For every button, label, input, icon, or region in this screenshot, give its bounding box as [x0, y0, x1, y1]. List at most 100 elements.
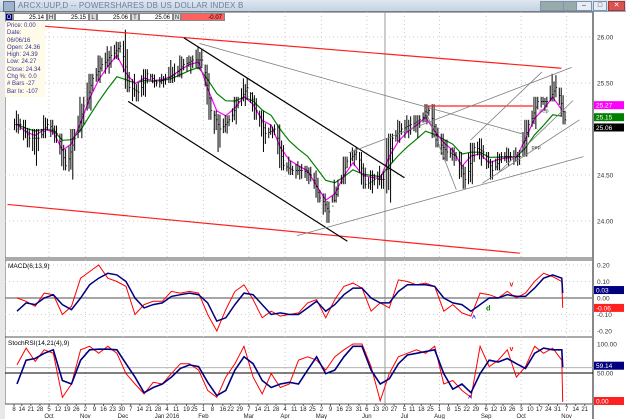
x-tick-label: 23	[345, 407, 352, 413]
x-tick-label: 28	[37, 407, 44, 413]
x-tick-label: 19	[64, 407, 71, 413]
x-month-label: Oct	[44, 414, 54, 419]
x-tick-label: 17	[536, 407, 543, 413]
stochrsi-annotation: v	[510, 346, 514, 353]
x-tick-label: 18	[418, 407, 425, 413]
x-tick-label: 18	[300, 407, 307, 413]
x-tick-label: 7	[129, 407, 133, 413]
x-tick-label: 23	[109, 407, 116, 413]
x-month-label: Apr	[280, 414, 289, 419]
macd-tick-label: -0.10	[597, 312, 612, 319]
x-tick-label: 24	[545, 407, 552, 413]
x-tick-label: 26	[509, 407, 516, 413]
x-tick-label: 2	[84, 407, 88, 413]
x-tick-label: 22	[227, 407, 234, 413]
stochrsi-fast-value: 0.00	[596, 399, 609, 406]
x-tick-label: 9	[93, 407, 97, 413]
x-tick-label: 5	[47, 407, 51, 413]
macd-tick-label: 0.00	[597, 296, 610, 303]
x-tick-label: 11	[291, 407, 298, 413]
x-tick-label: 30	[118, 407, 125, 413]
macd-annotation: d	[486, 305, 490, 312]
close-value: 25.06	[596, 125, 613, 132]
x-tick-label: 14	[255, 407, 262, 413]
x-tick-label: 15	[454, 407, 461, 413]
x-tick-label: 27	[391, 407, 398, 413]
x-tick-label: 26	[73, 407, 80, 413]
data-window-row: Bar Ix: -107	[7, 88, 39, 95]
data-window-row: Low: 24.27	[7, 59, 37, 66]
data-window-row: Price: 0.00	[7, 23, 36, 29]
x-month-label: Nov	[80, 414, 91, 419]
quote-label: O	[5, 13, 13, 21]
x-tick-label: 9	[329, 407, 333, 413]
x-tick-label: 29	[472, 407, 479, 413]
x-tick-label: 11	[409, 407, 416, 413]
x-month-label: Mar	[244, 414, 254, 419]
x-tick-label: 3	[520, 407, 524, 413]
x-tick-label: 4	[283, 407, 287, 413]
price-tick-label: 25.50	[597, 81, 614, 88]
macd-tick-label: 0.10	[597, 279, 610, 286]
x-tick-label: 1	[438, 407, 442, 413]
x-tick-label: 25	[191, 407, 198, 413]
data-window: Price: 0.00 Date: 06/06/16 Open: 24.36 High…	[5, 22, 45, 97]
chart-canvas[interactable]: 26.0025.5025.0024.5024.00peppep25.2725.1…	[0, 0, 626, 419]
x-tick-label: 22	[463, 407, 470, 413]
x-tick-label: 25	[427, 407, 434, 413]
x-month-label: Jun	[362, 414, 372, 419]
x-tick-label: 31	[554, 407, 561, 413]
x-tick-label: 14	[572, 407, 579, 413]
data-window-row: # Bars -27	[7, 81, 35, 88]
x-month-label: Aug	[434, 414, 445, 419]
macd-tick-label: 0.20	[597, 263, 610, 270]
x-tick-label: 12	[55, 407, 62, 413]
x-tick-label: 14	[136, 407, 143, 413]
x-month-label: Feb	[198, 414, 209, 419]
macd-title: MACD(6,13,9)	[8, 263, 50, 270]
quote-value: 25.15	[55, 13, 89, 21]
x-tick-label: 5	[403, 407, 407, 413]
macd-annotation: v	[510, 281, 514, 288]
x-tick-label: 2	[320, 407, 324, 413]
quote-bar: O 25.14 H 25.15 L 25.06 T 25.06 N -0.07	[5, 13, 225, 21]
data-window-row: High: 24.39	[7, 52, 38, 59]
macd-tick-label: -0.20	[597, 329, 612, 336]
data-window-row: Chg %: 0.0	[7, 74, 37, 81]
price-tick-label: 26.00	[597, 35, 614, 42]
price-annotation: pep	[539, 108, 548, 114]
quote-label: L	[89, 13, 97, 21]
x-tick-label: 6	[484, 407, 488, 413]
x-tick-label: 8	[211, 407, 215, 413]
data-window-row: Date: 06/06/16	[7, 30, 31, 44]
stochrsi-slow-value: 59.14	[596, 363, 613, 370]
data-window-row: Close: 24.34	[7, 66, 41, 73]
x-tick-label: 14	[18, 407, 25, 413]
x-month-label: Dec	[118, 414, 129, 419]
stochrsi-panel	[4, 336, 594, 405]
x-tick-label: 7	[565, 407, 569, 413]
quote-value: 25.14	[13, 13, 47, 21]
x-month-label: Oct	[517, 414, 527, 419]
macd-value: -0.06	[596, 305, 611, 312]
x-tick-label: 6	[365, 407, 369, 413]
x-tick-label: 12	[491, 407, 498, 413]
x-tick-label: 11	[173, 407, 180, 413]
x-tick-label: 28	[273, 407, 280, 413]
x-tick-label: 16	[100, 407, 107, 413]
macd-annotation: ^	[472, 314, 476, 322]
x-tick-label: 10	[527, 407, 534, 413]
data-window-row: Open: 24.36	[7, 44, 41, 51]
x-tick-label: 21	[28, 407, 35, 413]
x-tick-label: 16	[336, 407, 343, 413]
macd-signal-value: 0.03	[596, 288, 609, 295]
x-month-label: Sep	[481, 414, 492, 419]
quote-label: N	[173, 13, 181, 21]
x-month-label: Jan 2016	[155, 414, 180, 419]
x-tick-label: 28	[155, 407, 162, 413]
x-tick-label: 8	[12, 407, 16, 413]
quote-value: 25.06	[139, 13, 173, 21]
quote-value: -0.07	[181, 13, 225, 21]
price-annotation: pep	[532, 145, 541, 151]
x-tick-label: 8	[447, 407, 451, 413]
